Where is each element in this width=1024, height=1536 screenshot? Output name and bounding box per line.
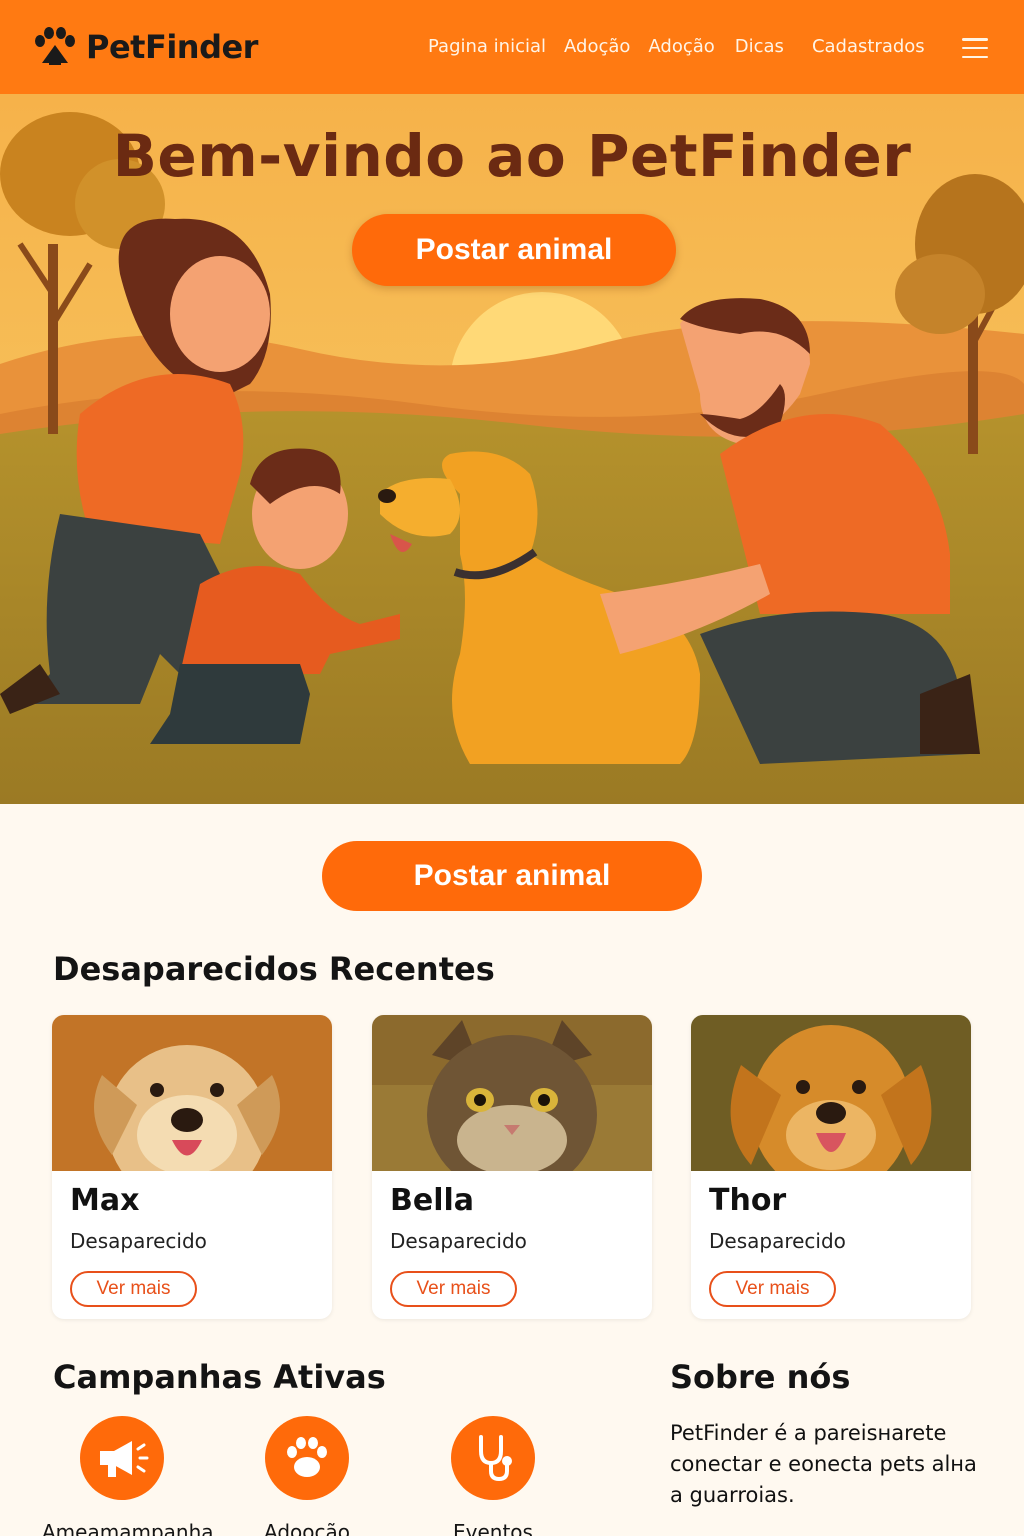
pet-name: Thor — [709, 1183, 787, 1218]
campaign-item[interactable]: Eventos — [413, 1416, 573, 1536]
pet-card-thor[interactable]: Thor Desaparecido Ver mais — [691, 1015, 971, 1319]
see-more-button[interactable]: Ver mais — [390, 1271, 517, 1307]
megaphone-icon — [80, 1416, 164, 1500]
hero-banner: Bem-vindo ao PetFinder Postar animal — [0, 94, 1024, 804]
nav-adoption[interactable]: Adoção — [564, 36, 630, 57]
hero-post-animal-button[interactable]: Postar animal — [352, 214, 676, 286]
pet-name: Max — [70, 1183, 140, 1218]
hero-title: Bem-vindo ao PetFinder — [112, 122, 912, 190]
nav-adoption-2[interactable]: Adoção — [648, 36, 714, 57]
campaign-label: Adoocão — [264, 1520, 350, 1536]
pet-photo-thor — [691, 1015, 971, 1171]
pet-status: Desaparecido — [709, 1229, 846, 1253]
pet-name: Bella — [390, 1183, 475, 1218]
logo-text: PetFinder — [86, 28, 258, 66]
post-animal-button[interactable]: Postar animal — [322, 841, 702, 911]
paw-logo-icon — [35, 27, 75, 65]
top-header: PetFinder Pagina inicial Adoção Adoção D… — [0, 0, 1024, 94]
campaign-item[interactable]: Adoocão — [227, 1416, 387, 1536]
logo[interactable]: PetFinder — [32, 27, 258, 67]
nav-home[interactable]: Pagina inicial — [428, 36, 546, 57]
about-description: PetFinder é a pareisнarete conectar e eo… — [670, 1421, 977, 1507]
see-more-button[interactable]: Ver mais — [70, 1271, 197, 1307]
pet-photo-bella — [372, 1015, 652, 1171]
pet-card-max[interactable]: Max Desaparecido Ver mais — [52, 1015, 332, 1319]
main-nav: Pagina inicial Adoção Adoção Dicas Cadas… — [428, 36, 925, 57]
missing-section-title: Desaparecidos Recentes — [53, 950, 495, 988]
campaign-item[interactable]: Ameamampanha — [42, 1416, 214, 1536]
pet-photo-max — [52, 1015, 332, 1171]
nav-registered[interactable]: Cadastrados — [812, 36, 925, 57]
paw-icon — [265, 1416, 349, 1500]
pet-status: Desaparecido — [70, 1229, 207, 1253]
see-more-button[interactable]: Ver mais — [709, 1271, 836, 1307]
menu-icon[interactable] — [962, 38, 988, 58]
campaign-label: Ameamampanha — [42, 1520, 214, 1536]
campaign-label: Eventos — [453, 1520, 533, 1536]
pet-card-bella[interactable]: Bella Desaparecido Ver mais — [372, 1015, 652, 1319]
pet-status: Desaparecido — [390, 1229, 527, 1253]
stethoscope-icon — [451, 1416, 535, 1500]
about-section-title: Sobre nós — [670, 1358, 851, 1396]
campaigns-section-title: Campanhas Ativas — [53, 1358, 386, 1396]
hero-illustration — [0, 94, 1024, 804]
nav-tips[interactable]: Dicas — [735, 36, 784, 57]
